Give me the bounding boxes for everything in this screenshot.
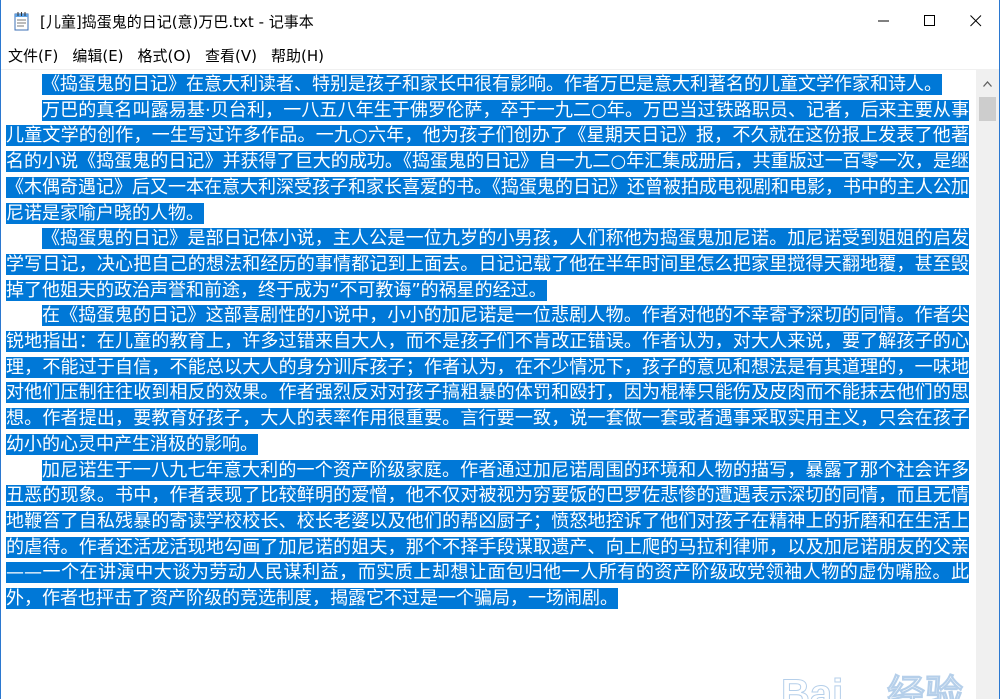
notepad-window: [儿童]捣蛋鬼的日记(意)万巴.txt - 记事本 文件(F) 编辑(E) 格式… [0,0,1000,699]
paragraph: 在《捣蛋鬼的日记》这部喜剧性的小说中，小小的加尼诺是一位悲剧人物。作者对他的不幸… [6,303,969,457]
close-button[interactable] [953,0,999,43]
selected-text[interactable]: 万巴的真名叫露易基·贝台利，一八五八年生于佛罗伦萨，卒于一九二○年。万巴当过铁路… [6,99,969,224]
notepad-icon [13,12,31,32]
scroll-thumb[interactable] [979,97,996,121]
selected-text[interactable]: 加尼诺生于一八九七年意大利的一个资产阶级家庭。作者通过加尼诺周围的环境和人物的描… [6,459,969,610]
svg-text:Bai: Bai [781,672,843,699]
selected-text[interactable]: 在《捣蛋鬼的日记》这部喜剧性的小说中，小小的加尼诺是一位悲剧人物。作者对他的不幸… [6,305,969,455]
chevron-up-icon [983,72,992,91]
paragraph: 加尼诺生于一八九七年意大利的一个资产阶级家庭。作者通过加尼诺周围的环境和人物的描… [6,458,969,612]
menu-bar: 文件(F) 编辑(E) 格式(O) 查看(V) 帮助(H) [1,43,999,70]
selected-text[interactable]: 《捣蛋鬼的日记》是部日记体小说，主人公是一位九岁的小男孩，人们称他为捣蛋鬼加尼诺… [6,228,969,301]
svg-text:经验: 经验 [887,674,963,699]
baidu-jingyan-watermark: Bai 经验 [779,655,974,699]
text-editor[interactable]: 《捣蛋鬼的日记》在意大利读者、特别是孩子和家长中很有影响。作者万巴是意大利著名的… [1,70,976,699]
paragraph: 万巴的真名叫露易基·贝台利，一八五八年生于佛罗伦萨，卒于一九二○年。万巴当过铁路… [6,98,969,227]
menu-edit[interactable]: 编辑(E) [65,43,130,69]
minimize-icon [878,12,890,31]
close-icon [970,12,982,31]
menu-file[interactable]: 文件(F) [1,43,65,69]
maximize-button[interactable] [907,0,953,43]
vertical-scrollbar[interactable] [976,70,999,699]
title-bar[interactable]: [儿童]捣蛋鬼的日记(意)万巴.txt - 记事本 [1,0,999,43]
paragraph: 《捣蛋鬼的日记》是部日记体小说，主人公是一位九岁的小男孩，人们称他为捣蛋鬼加尼诺… [6,226,969,303]
window-controls [861,0,999,43]
minimize-button[interactable] [861,0,907,43]
menu-view[interactable]: 查看(V) [198,43,264,69]
selected-text[interactable]: 《捣蛋鬼的日记》在意大利读者、特别是孩子和家长中很有影响。作者万巴是意大利著名的… [42,74,942,95]
menu-format[interactable]: 格式(O) [131,43,199,69]
paragraph: 《捣蛋鬼的日记》在意大利读者、特别是孩子和家长中很有影响。作者万巴是意大利著名的… [6,72,969,98]
menu-help[interactable]: 帮助(H) [264,43,331,69]
window-title: [儿童]捣蛋鬼的日记(意)万巴.txt - 记事本 [40,13,314,31]
scroll-up-button[interactable] [976,70,999,92]
document-text[interactable]: 《捣蛋鬼的日记》在意大利读者、特别是孩子和家长中很有影响。作者万巴是意大利著名的… [6,72,969,612]
maximize-icon [924,12,936,31]
